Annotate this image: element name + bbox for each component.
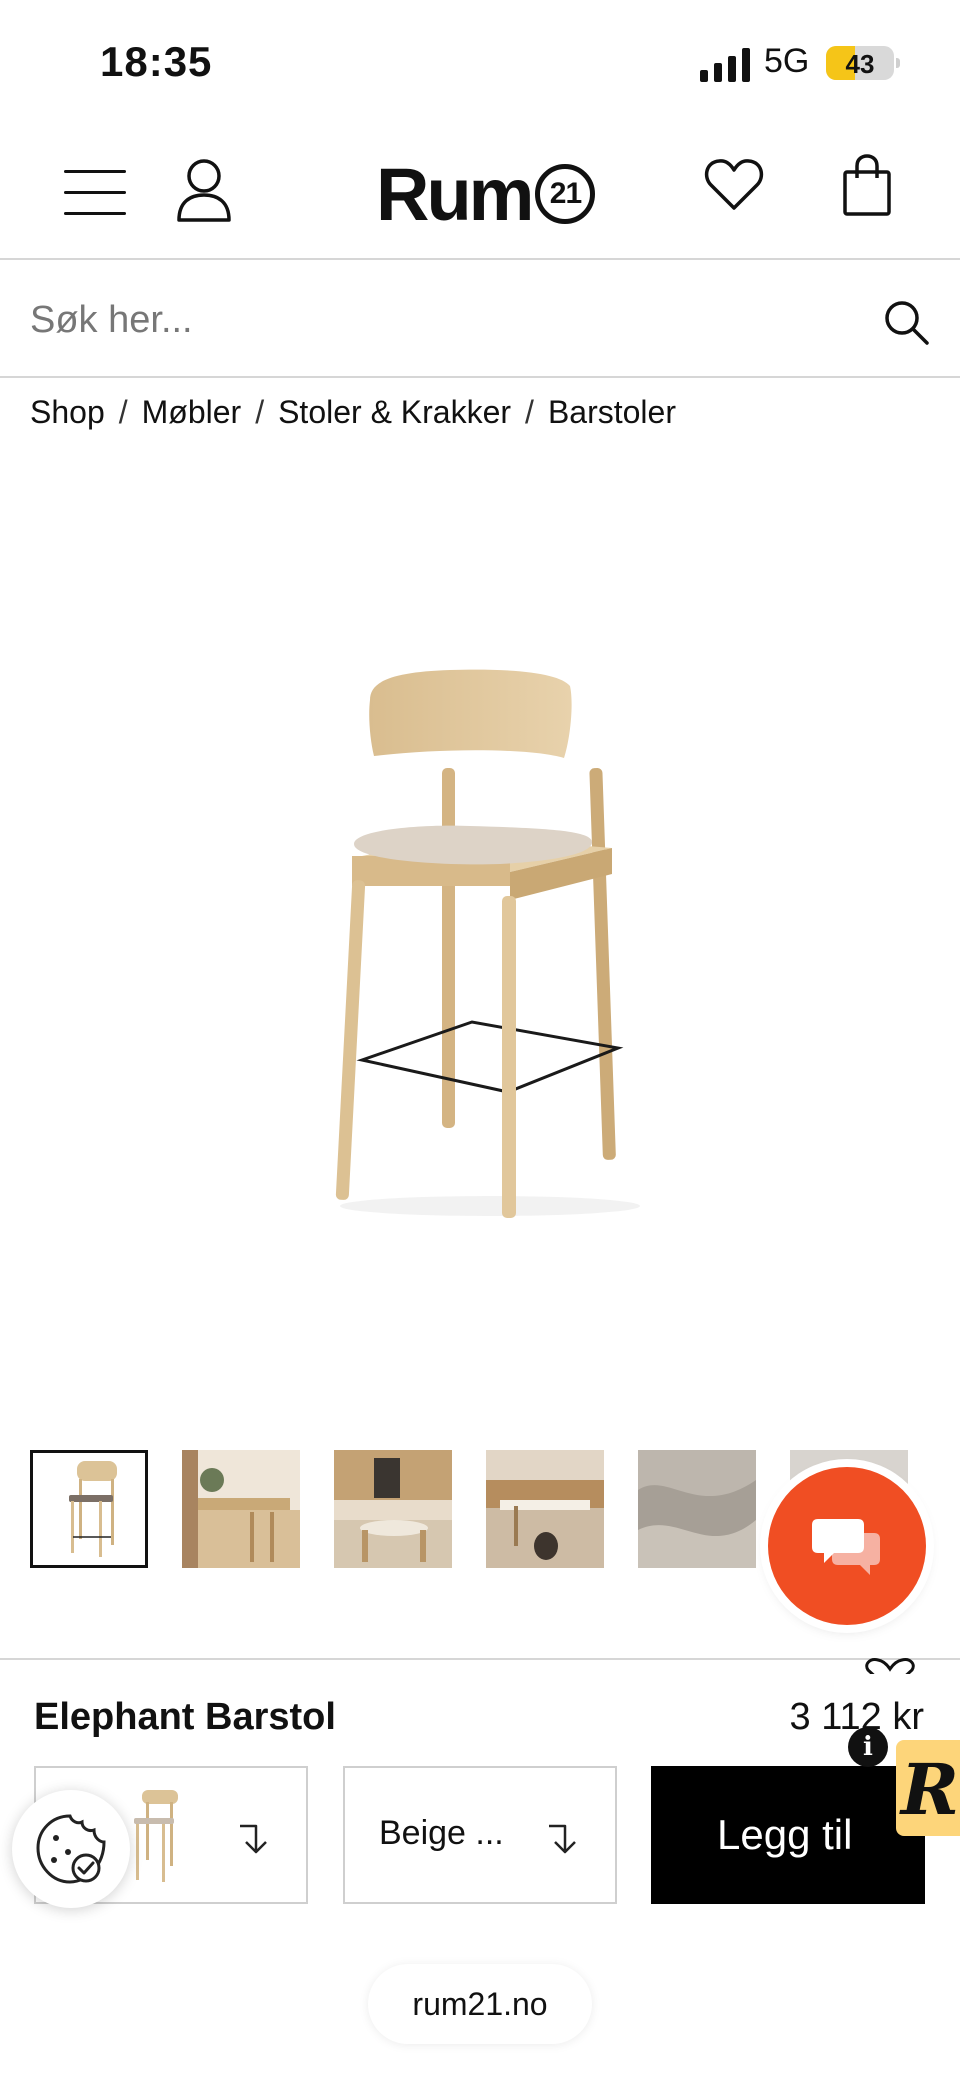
cookie-settings-button[interactable] <box>12 1790 130 1908</box>
logo-text: Rum <box>376 152 534 236</box>
breadcrumb: Shop / Møbler / Stoler & Krakker / Barst… <box>30 394 676 431</box>
menu-icon[interactable] <box>64 170 126 216</box>
status-time: 18:35 <box>100 38 213 85</box>
chat-icon <box>812 1519 880 1575</box>
breadcrumb-chairs[interactable]: Stoler & Krakker <box>278 394 511 431</box>
breadcrumb-separator: / <box>255 394 265 430</box>
network-label: 5G <box>764 42 810 80</box>
product-name: Elephant Barstol <box>34 1696 336 1738</box>
browser-url-bar[interactable]: rum21.no <box>368 1964 592 2044</box>
status-bar: 18:35 5G 43 <box>0 0 960 120</box>
logo[interactable]: Rum 21 <box>376 152 596 236</box>
heart-icon[interactable] <box>704 156 764 212</box>
chair-thumb-icon <box>69 1461 117 1557</box>
thumbnail-2[interactable] <box>182 1450 300 1568</box>
color-select-value: Beige ... <box>379 1814 504 1852</box>
logo-number: 21 <box>535 164 596 224</box>
cookie-icon <box>36 1814 106 1884</box>
site-header: Rum 21 <box>0 130 960 260</box>
account-icon[interactable] <box>176 158 232 222</box>
fabric-thumb-icon <box>638 1450 756 1568</box>
breadcrumb-shop[interactable]: Shop <box>30 394 105 431</box>
thumbnail-5[interactable] <box>638 1450 756 1568</box>
wishlist-heart-icon[interactable] <box>862 1650 918 1674</box>
product-image[interactable] <box>300 660 660 1220</box>
arrow-down-icon <box>240 1824 267 1854</box>
breadcrumb-barstools[interactable]: Barstoler <box>548 394 676 431</box>
reviews-logo-icon: R <box>900 1748 960 1831</box>
kitchen-thumb-icon <box>182 1450 300 1568</box>
thumbnail-1[interactable] <box>30 1450 148 1568</box>
chat-button[interactable] <box>768 1467 926 1625</box>
browser-url-text: rum21.no <box>412 1985 548 2022</box>
signal-icon <box>700 48 750 82</box>
breadcrumb-furniture[interactable]: Møbler <box>142 394 242 431</box>
search-input[interactable] <box>30 284 850 356</box>
arrow-down-icon <box>549 1824 576 1854</box>
battery-icon: 43 <box>826 46 900 80</box>
battery-percent: 43 <box>845 49 875 79</box>
dining-thumb-icon <box>334 1450 452 1568</box>
thumbnail-4[interactable] <box>486 1450 604 1568</box>
breadcrumb-separator: / <box>118 394 128 430</box>
breadcrumb-separator: / <box>525 394 534 430</box>
color-select[interactable]: Beige ... <box>343 1766 617 1904</box>
info-icon[interactable]: i <box>848 1727 888 1767</box>
bag-icon[interactable] <box>842 154 892 216</box>
interior-thumb-icon <box>486 1450 604 1568</box>
search-bar <box>0 262 960 378</box>
search-icon[interactable] <box>882 298 930 346</box>
thumbnail-3[interactable] <box>334 1450 452 1568</box>
reviews-badge[interactable]: R <box>896 1740 960 1836</box>
add-to-cart-button[interactable]: Legg til <box>651 1766 925 1904</box>
